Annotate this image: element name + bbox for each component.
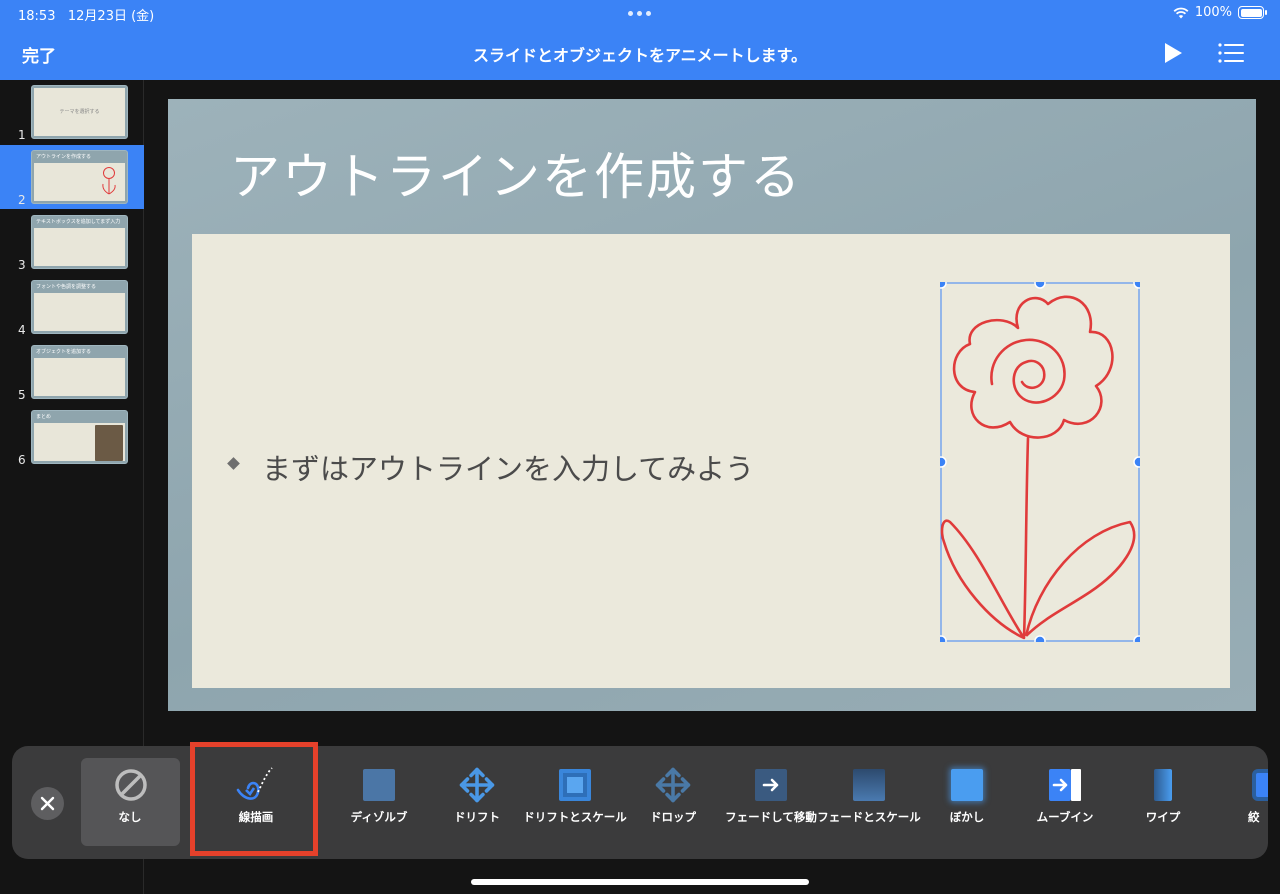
- slide-number: 1: [18, 128, 26, 142]
- slide-thumbnail-4[interactable]: フォントや色調を調整する 4: [0, 275, 144, 339]
- none-icon: [115, 769, 147, 801]
- animation-label: ディゾルブ: [350, 810, 408, 824]
- slide-title[interactable]: アウトラインを作成する: [230, 137, 802, 209]
- thumbnail-title: テーマを選択する: [59, 109, 100, 115]
- animation-drop[interactable]: ドロップ: [624, 746, 722, 859]
- animation-label: フェードとスケール: [817, 810, 921, 824]
- animation-label: ドリフトとスケール: [523, 810, 627, 824]
- battery-icon: [1238, 6, 1267, 19]
- animation-wipe[interactable]: ワイプ: [1114, 746, 1212, 859]
- slide-thumbnail-3[interactable]: テキストボックスを追加してまず入力 3: [0, 210, 144, 274]
- animation-label: 絞: [1248, 810, 1260, 824]
- wipe-icon: [1154, 769, 1172, 801]
- photo-thumbnail: [95, 425, 123, 461]
- close-button[interactable]: [31, 787, 64, 820]
- thumbnail-title: まとめ: [36, 414, 52, 420]
- animation-label: ムーブイン: [1036, 810, 1094, 824]
- slide-thumbnail-5[interactable]: オブジェクトを追加する 5: [0, 340, 144, 404]
- bullet-text[interactable]: まずはアウトラインを入力してみよう: [262, 446, 754, 488]
- drift-icon: [459, 767, 495, 803]
- status-bar: 18:53 12月23日 (金) 100%: [0, 0, 1280, 26]
- animation-drift[interactable]: ドリフト: [428, 746, 526, 859]
- move-in-icon: [1049, 769, 1081, 801]
- animation-label: ドリフト: [454, 810, 500, 824]
- status-time: 18:53: [18, 9, 56, 24]
- slide-number: 5: [18, 388, 26, 402]
- battery-percentage: 100%: [1194, 5, 1232, 20]
- slide-canvas[interactable]: アウトラインを作成する まずはアウトラインを入力してみよう: [168, 99, 1256, 711]
- animation-label: ワイプ: [1145, 810, 1181, 824]
- animation-drift-scale[interactable]: ドリフトとスケール: [523, 746, 627, 859]
- flower-drawing[interactable]: [940, 282, 1140, 642]
- navigation-bar: 完了 スライドとオブジェクトをアニメートします。: [0, 30, 1280, 76]
- animation-move-in[interactable]: ムーブイン: [1016, 746, 1114, 859]
- slide-thumbnail-6[interactable]: まとめ 6: [0, 405, 144, 469]
- animation-blur[interactable]: ぼかし: [918, 746, 1016, 859]
- dissolve-icon: [363, 769, 395, 801]
- slide-number: 6: [18, 453, 26, 467]
- play-icon[interactable]: [1163, 42, 1183, 64]
- bullet-icon: [227, 457, 240, 470]
- animation-label: フェードして移動: [725, 810, 817, 824]
- slide-thumbnail-2[interactable]: アウトラインを作成する 2: [0, 145, 144, 209]
- highlight-box: [190, 742, 318, 856]
- slide-number: 2: [18, 193, 26, 207]
- fade-move-icon: [755, 769, 787, 801]
- top-bar: 18:53 12月23日 (金) 100% 完了 スライドとオブジェクトをアニメ…: [0, 0, 1280, 80]
- wifi-icon: [1173, 7, 1189, 18]
- home-indicator[interactable]: [471, 879, 809, 885]
- thumbnail-title: オブジェクトを追加する: [36, 349, 92, 355]
- thumbnail-title: アウトラインを作成する: [36, 154, 92, 160]
- animation-none-content[interactable]: なし: [81, 746, 179, 859]
- slide-number: 3: [18, 258, 26, 272]
- slide-number: 4: [18, 323, 26, 337]
- animation-fade-scale[interactable]: フェードとスケール: [817, 746, 921, 859]
- slide-thumbnail-1[interactable]: テーマを選択する 1: [0, 80, 144, 144]
- animation-label: なし: [118, 810, 142, 824]
- blur-icon: [951, 769, 983, 801]
- animation-label: ドロップ: [650, 810, 696, 824]
- status-date: 12月23日 (金): [67, 9, 155, 24]
- animation-fade-move[interactable]: フェードして移動: [722, 746, 820, 859]
- animation-label: ぼかし: [949, 810, 985, 824]
- thumbnail-title: フォントや色調を調整する: [36, 284, 97, 290]
- close-icon: [40, 796, 55, 811]
- multitasking-dots[interactable]: [628, 11, 651, 16]
- fade-scale-icon: [853, 769, 885, 801]
- drop-icon: [655, 767, 691, 803]
- animation-dissolve[interactable]: ディゾルブ: [330, 746, 428, 859]
- list-icon[interactable]: [1218, 43, 1244, 63]
- flower-thumbnail-icon: [102, 167, 116, 195]
- iris-icon: [1252, 769, 1268, 801]
- nav-title: スライドとオブジェクトをアニメートします。: [472, 46, 808, 65]
- animation-iris[interactable]: 絞: [1212, 746, 1268, 859]
- drift-scale-icon: [559, 769, 591, 801]
- thumbnail-title: テキストボックスを追加してまず入力: [36, 219, 121, 225]
